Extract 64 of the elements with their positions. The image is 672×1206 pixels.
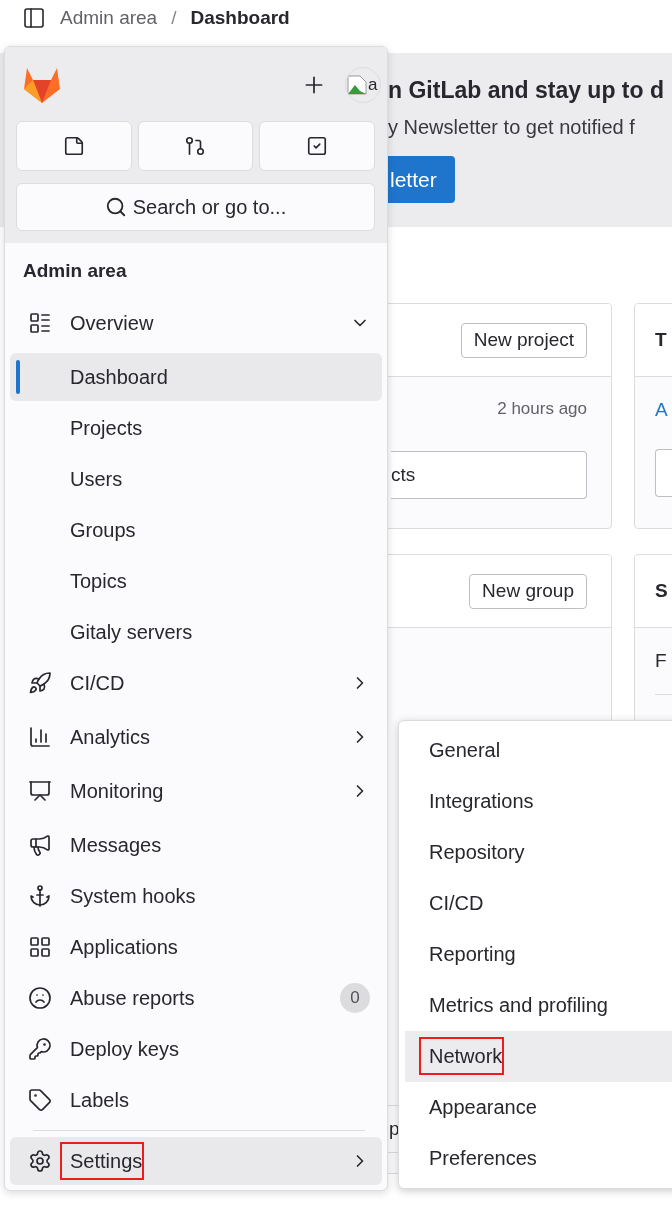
search-field[interactable]: Search or go to... — [16, 183, 375, 231]
menu-item[interactable]: General — [405, 725, 672, 776]
note-icon — [62, 135, 85, 157]
monitor-icon — [28, 779, 52, 803]
menu-item[interactable]: Integrations — [405, 776, 672, 827]
grid-icon — [28, 935, 52, 959]
nav-item[interactable]: Abuse reports 0 — [10, 974, 382, 1022]
issues-button[interactable] — [16, 121, 132, 171]
nav-item[interactable]: Labels — [10, 1076, 382, 1124]
bar-chart-icon — [28, 725, 52, 749]
nav-item[interactable]: Gitaly servers — [10, 608, 382, 656]
menu-item[interactable]: CI/CD — [405, 878, 672, 929]
section-title: Admin area — [22, 259, 128, 283]
menu-item[interactable]: Repository — [405, 827, 672, 878]
nav-item[interactable]: Analytics — [10, 713, 382, 761]
breadcrumb-separator: / — [171, 7, 177, 29]
nav-item[interactable]: Users — [10, 455, 382, 503]
fox-logo-icon[interactable] — [22, 66, 62, 104]
merge-requests-button[interactable] — [137, 121, 254, 171]
nav-item[interactable]: Deploy keys — [10, 1025, 382, 1073]
nav-item[interactable]: Messages — [10, 821, 382, 869]
link[interactable]: A — [655, 397, 672, 423]
highlight-box: Network — [419, 1037, 505, 1075]
nav-item[interactable]: Groups — [10, 506, 382, 554]
highlight-box: Settings — [60, 1141, 145, 1180]
nav-item[interactable]: Applications — [10, 923, 382, 971]
merge-request-icon — [184, 135, 207, 157]
nav-item[interactable]: System hooks — [10, 872, 382, 920]
nav-item[interactable]: CI/CD — [10, 659, 382, 707]
banner-text: y Newsletter to get notified f — [388, 115, 636, 140]
sad-face-icon — [28, 986, 52, 1010]
count-badge: 0 — [340, 983, 370, 1013]
nav-item[interactable]: Settings — [10, 1137, 382, 1185]
new-button[interactable]: New project — [460, 322, 587, 358]
settings-icon — [28, 1149, 52, 1173]
timestamp: 2 hours ago — [497, 398, 587, 420]
list-icon — [28, 311, 52, 335]
menu-item[interactable]: Metrics and profiling — [405, 980, 672, 1031]
nav-item[interactable]: Projects — [10, 404, 382, 452]
tag-icon — [28, 1088, 52, 1112]
nav-item[interactable]: Overview — [10, 299, 382, 347]
nav-item[interactable]: Topics — [10, 557, 382, 605]
active-indicator — [16, 360, 20, 394]
menu-item[interactable]: Network — [405, 1031, 672, 1082]
card-title: T — [655, 329, 667, 351]
stat-label: F — [655, 649, 668, 673]
new-button[interactable]: New group — [469, 573, 587, 609]
todo-button[interactable] — [259, 121, 375, 171]
card-title: S — [655, 580, 668, 602]
nav-item[interactable]: Dashboard — [10, 353, 382, 401]
search-icon — [104, 196, 127, 218]
nav-item[interactable]: Monitoring — [10, 767, 382, 815]
megaphone-icon — [28, 833, 52, 857]
sidebar-toggle-icon[interactable] — [22, 6, 46, 30]
key-icon — [28, 1037, 52, 1061]
menu-item[interactable]: Reporting — [405, 929, 672, 980]
rocket-icon — [28, 671, 52, 695]
newsletter-button[interactable]: letter — [388, 156, 455, 203]
banner-title: n GitLab and stay up to d — [388, 76, 665, 105]
breadcrumb-link[interactable]: Dashboard — [190, 7, 290, 29]
checkbox-icon — [306, 135, 329, 157]
list-button[interactable]: cts — [391, 451, 587, 499]
anchor-icon — [28, 884, 52, 908]
breadcrumb-link[interactable]: Admin area — [60, 7, 158, 29]
